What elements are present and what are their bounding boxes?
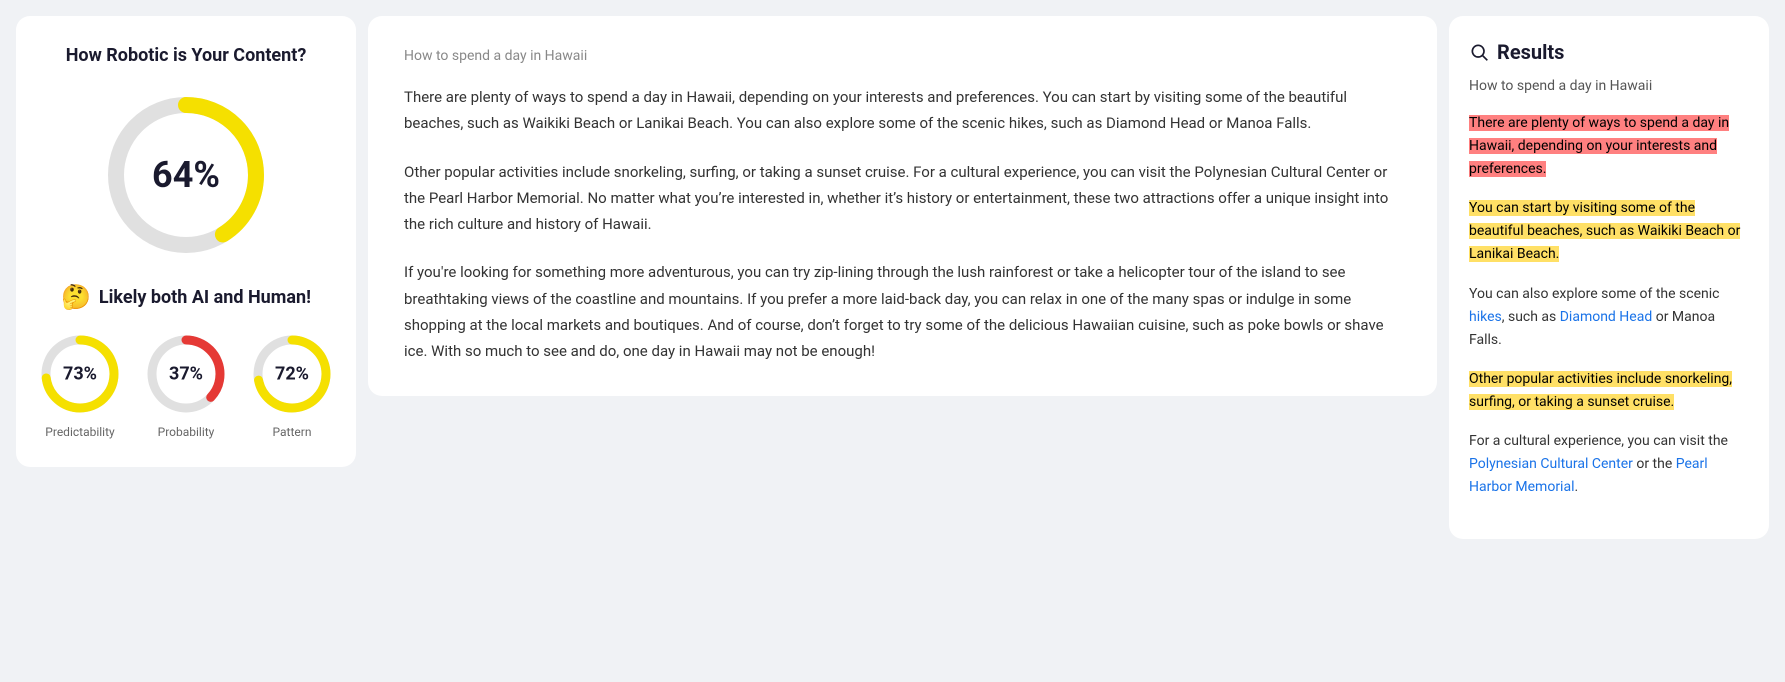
highlight-yellow-2: Other popular activities include snorkel…	[1469, 371, 1732, 410]
highlight-yellow-1: You can start by visiting some of the be…	[1469, 200, 1740, 262]
result-snippet-3: You can also explore some of the scenic …	[1469, 283, 1749, 352]
pattern-label: 72%	[275, 364, 309, 385]
middle-panel: How to spend a day in Hawaii There are p…	[368, 16, 1437, 396]
result-snippet-5: For a cultural experience, you can visit…	[1469, 430, 1749, 499]
probability-name: Probability	[158, 425, 215, 439]
hikes-link[interactable]: hikes	[1469, 309, 1502, 325]
result-snippet-1: There are plenty of ways to spend a day …	[1469, 112, 1749, 181]
right-panel: Results How to spend a day in Hawaii The…	[1449, 16, 1769, 539]
big-donut: 64%	[96, 85, 276, 265]
predictability-label: 73%	[63, 364, 97, 385]
polynesian-link[interactable]: Polynesian Cultural Center	[1469, 456, 1633, 472]
result-snippet-2: You can start by visiting some of the be…	[1469, 197, 1749, 266]
panel-title: How Robotic is Your Content?	[66, 44, 307, 67]
article-label: How to spend a day in Hawaii	[404, 48, 1401, 64]
small-donut-probability: 37% Probability	[141, 329, 231, 439]
probability-label: 37%	[169, 364, 203, 385]
small-donut-probability-chart: 37%	[141, 329, 231, 419]
result-snippet-4: Other popular activities include snorkel…	[1469, 368, 1749, 414]
search-icon	[1469, 42, 1489, 62]
big-donut-label: 64%	[152, 154, 220, 196]
pattern-name: Pattern	[273, 425, 312, 439]
result-label-text: Likely both AI and Human!	[99, 287, 311, 308]
left-panel: How Robotic is Your Content? 64% 🤔 Likel…	[16, 16, 356, 467]
small-donut-predictability: 73% Predictability	[35, 329, 125, 439]
highlight-pink-1: There are plenty of ways to spend a day …	[1469, 115, 1729, 177]
small-donuts-row: 73% Predictability 37% Probability 72%	[35, 329, 337, 439]
emoji-icon: 🤔	[61, 283, 91, 311]
results-query: How to spend a day in Hawaii	[1469, 78, 1749, 94]
results-title: Results	[1497, 40, 1564, 64]
diamond-head-link[interactable]: Diamond Head	[1560, 309, 1653, 325]
paragraph-3: If you're looking for something more adv…	[404, 259, 1401, 364]
paragraph-2: Other popular activities include snorkel…	[404, 159, 1401, 238]
result-label: 🤔 Likely both AI and Human!	[61, 283, 311, 311]
article-body: There are plenty of ways to spend a day …	[404, 84, 1401, 364]
small-donut-predictability-chart: 73%	[35, 329, 125, 419]
paragraph-1: There are plenty of ways to spend a day …	[404, 84, 1401, 137]
results-header: Results	[1469, 40, 1749, 64]
small-donut-pattern-chart: 72%	[247, 329, 337, 419]
small-donut-pattern: 72% Pattern	[247, 329, 337, 439]
predictability-name: Predictability	[45, 425, 114, 439]
